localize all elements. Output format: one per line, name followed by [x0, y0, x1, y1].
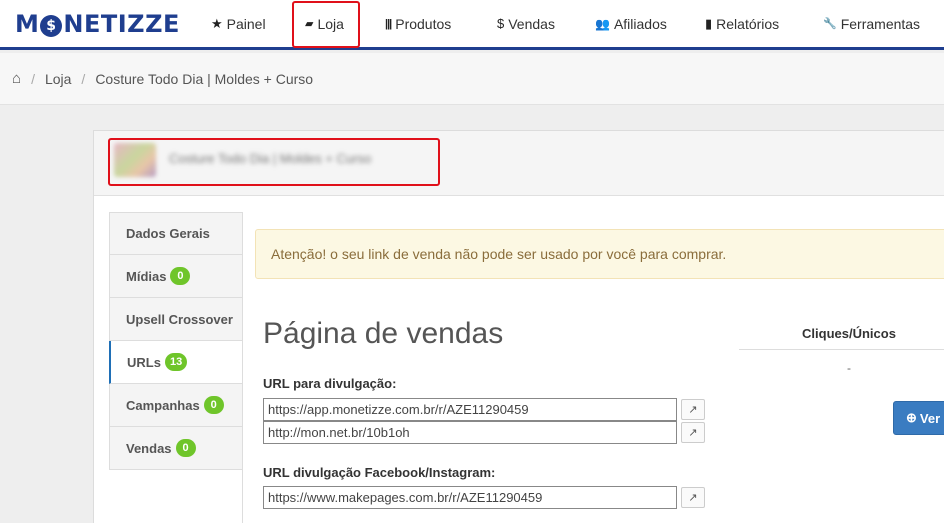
nav-afiliados-label: Afiliados [613, 15, 667, 32]
wrench-icon: 🔧 [823, 18, 837, 30]
barcode-icon: ||| [385, 17, 392, 30]
breadcrumb-separator: / [81, 70, 86, 87]
zoom-in-icon: ⊕ [906, 410, 917, 425]
logo-coin-icon: $ [40, 15, 63, 37]
count-badge: 0 [175, 439, 196, 457]
tab-midias[interactable]: Mídias 0 [109, 255, 243, 298]
top-navbar: M $ NETIZZE ★ Painel ▰ Loja ||| Produtos $… [0, 0, 944, 50]
url-primary-field[interactable]: https://app.monetizze.com.br/r/AZE112904… [263, 398, 677, 421]
open-link-button[interactable]: ↗ [681, 487, 705, 508]
monetizze-logo[interactable]: M $ NETIZZE [15, 10, 180, 38]
product-highlight-box [108, 138, 440, 186]
home-icon[interactable]: ⌂ [12, 70, 21, 87]
breadcrumb-loja[interactable]: Loja [45, 71, 71, 87]
star-icon: ★ [211, 15, 223, 31]
sales-page-heading: Página de vendas [263, 317, 504, 350]
clicks-header: Cliques/Únicos [739, 318, 944, 350]
nav-produtos-label: Produtos [395, 15, 452, 32]
breadcrumb-separator: / [31, 70, 35, 87]
nav-afiliados[interactable]: 👥 Afiliados [595, 0, 667, 47]
breadcrumb-produto: Costure Todo Dia | Moldes + Curso [95, 70, 314, 87]
logo-text-start: M [15, 10, 40, 38]
external-link-icon: ↗ [688, 427, 698, 439]
external-link-icon: ↗ [688, 404, 698, 416]
tab-label: Vendas [126, 440, 172, 456]
warning-alert: Atenção! o seu link de venda não pode se… [255, 229, 944, 279]
view-button-label: Ver [919, 410, 941, 426]
count-badge: 0 [203, 396, 224, 414]
view-button[interactable]: ⊕ Ver [893, 401, 944, 435]
nav-ferramentas[interactable]: 🔧 Ferramentas [823, 0, 920, 47]
tab-vendas[interactable]: Vendas 0 [109, 427, 243, 470]
fb-url-label: URL divulgação Facebook/Instagram: [263, 465, 496, 480]
tab-label: Dados Gerais [126, 226, 210, 241]
nav-ferramentas-label: Ferramentas [840, 15, 921, 32]
nav-vendas[interactable]: $ Vendas [497, 0, 555, 47]
clicks-value: - [847, 361, 851, 375]
coins-icon: $ [497, 16, 505, 31]
nav-painel[interactable]: ★ Painel [211, 0, 266, 47]
tab-upsell-crossover[interactable]: Upsell Crossover [109, 298, 243, 341]
nav-relatorios[interactable]: ▮ Relatórios [705, 0, 779, 47]
breadcrumb: ⌂ / Loja / Costure Todo Dia | Moldes + C… [0, 53, 944, 105]
tab-dados-gerais[interactable]: Dados Gerais [109, 212, 243, 255]
nav-painel-label: Painel [226, 15, 266, 32]
count-badge: 0 [170, 267, 191, 285]
tab-urls[interactable]: URLs 13 [109, 341, 243, 384]
external-link-icon: ↗ [688, 492, 698, 504]
tab-label: Mídias [126, 268, 167, 284]
content-divider [242, 212, 243, 523]
tab-label: URLs [127, 354, 161, 370]
url-label: URL para divulgação: [263, 376, 397, 391]
loja-highlight-box [292, 1, 360, 48]
count-badge: 13 [164, 353, 188, 371]
url-facebook-field[interactable]: https://www.makepages.com.br/r/AZE112904… [263, 486, 677, 509]
bar-chart-icon: ▮ [705, 15, 713, 31]
side-tabs: Dados Gerais Mídias 0 Upsell Crossover U… [109, 212, 243, 470]
open-link-button[interactable]: ↗ [681, 422, 705, 443]
nav-relatorios-label: Relatórios [716, 15, 780, 32]
url-short-field[interactable]: http://mon.net.br/10b1oh [263, 421, 677, 444]
tab-label: Upsell Crossover [126, 311, 233, 327]
logo-text-end: NETIZZE [63, 10, 180, 38]
tab-label: Campanhas [126, 397, 200, 413]
users-icon: 👥 [595, 16, 610, 31]
open-link-button[interactable]: ↗ [681, 399, 705, 420]
nav-produtos[interactable]: ||| Produtos [385, 0, 451, 47]
tab-campanhas[interactable]: Campanhas 0 [109, 384, 243, 427]
nav-vendas-label: Vendas [508, 15, 555, 32]
product-card: Costure Todo Dia | Moldes + Curso Dados … [93, 130, 944, 523]
